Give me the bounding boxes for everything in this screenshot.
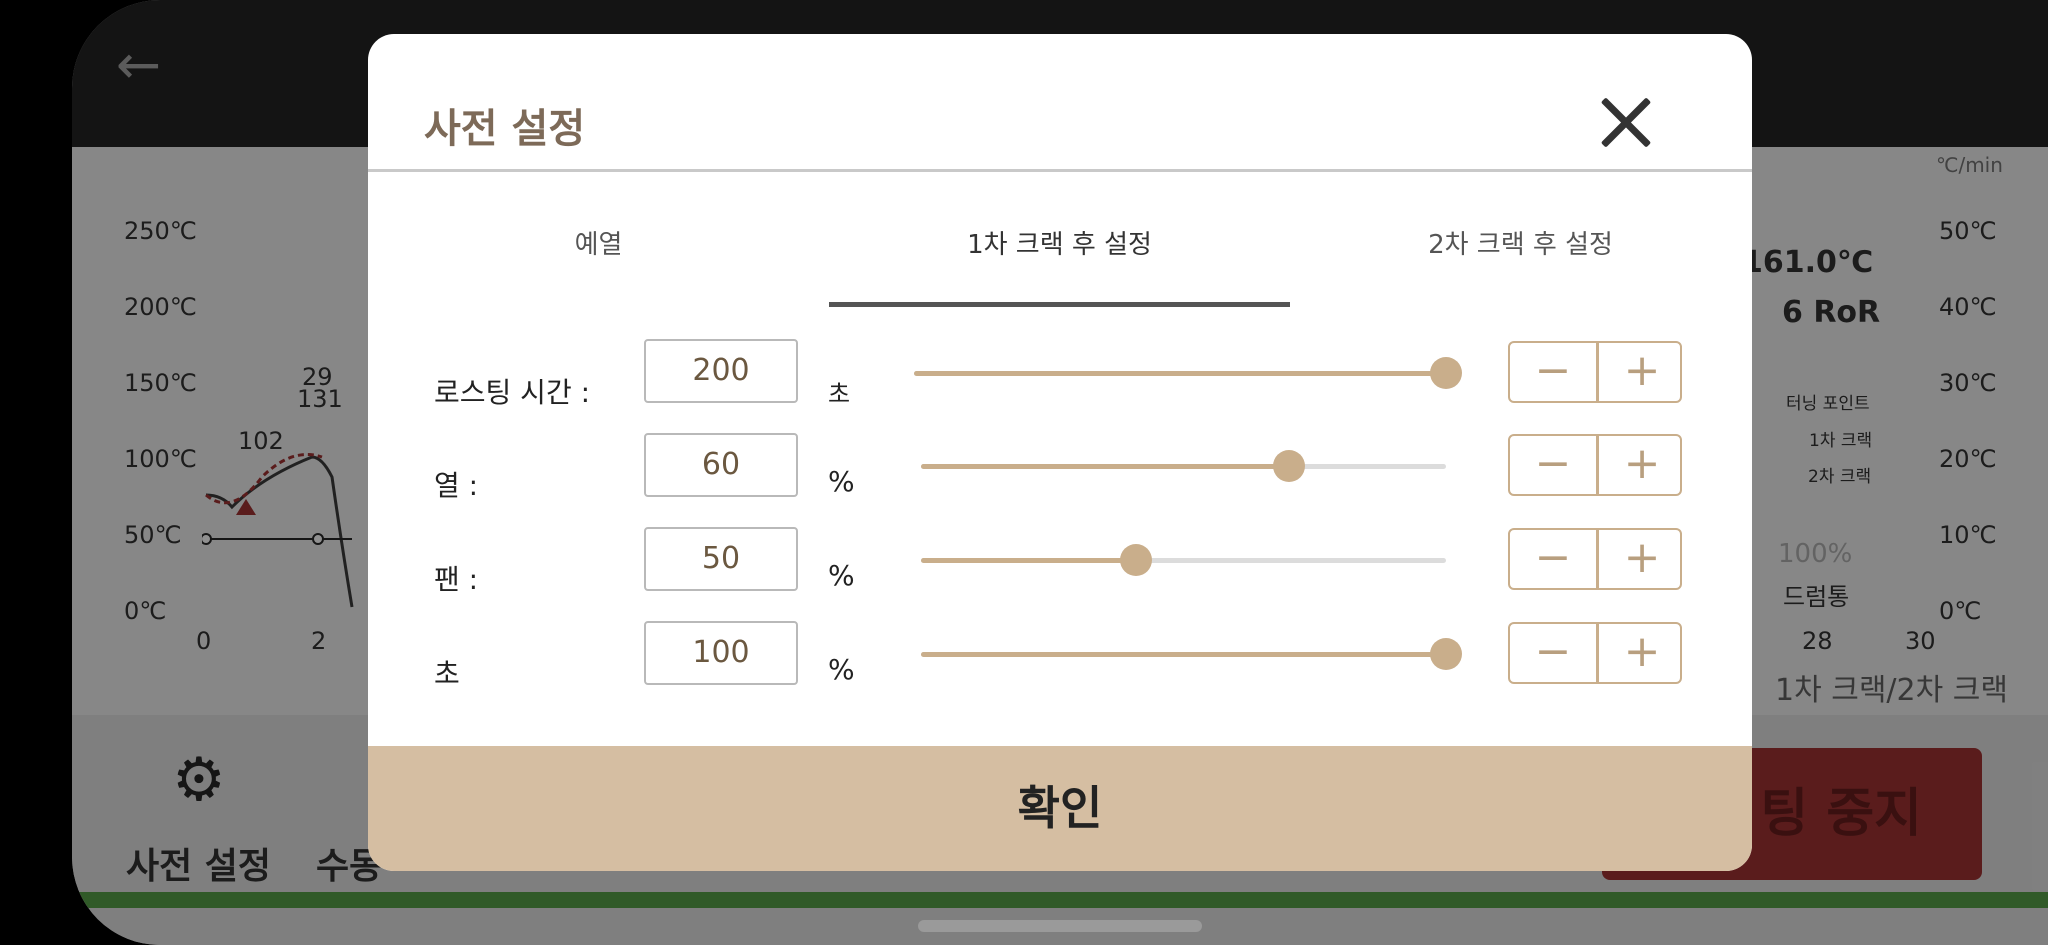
tab-preheat[interactable]: 예열 — [368, 224, 829, 261]
roasting-time-input[interactable]: 200 — [644, 339, 798, 403]
heat-stepper: − + — [1508, 434, 1682, 496]
slider-fill — [921, 558, 1136, 563]
dialog-title: 사전 설정 — [424, 106, 586, 152]
active-tab-indicator — [829, 302, 1290, 307]
heat-input[interactable]: 60 — [644, 433, 798, 497]
increment-button[interactable]: + — [1599, 624, 1685, 682]
fan-label: 팬 : — [434, 563, 479, 596]
slider-fill — [914, 371, 1446, 376]
preset-settings-dialog: 사전 설정 예열 1차 크랙 후 설정 2차 크랙 후 설정 로스팅 시간 : … — [368, 34, 1752, 871]
slider-fill — [921, 652, 1446, 657]
decrement-button[interactable]: − — [1510, 624, 1596, 682]
close-icon[interactable] — [1596, 92, 1656, 152]
decrement-button[interactable]: − — [1510, 343, 1596, 401]
heat-unit: % — [828, 465, 855, 498]
increment-button[interactable]: + — [1599, 530, 1685, 588]
roasting-time-label: 로스팅 시간 : — [434, 376, 591, 409]
seconds-stepper: − + — [1508, 622, 1682, 684]
fan-stepper: − + — [1508, 528, 1682, 590]
seconds-input[interactable]: 100 — [644, 621, 798, 685]
confirm-button[interactable]: 확인 — [368, 746, 1752, 871]
decrement-button[interactable]: − — [1510, 530, 1596, 588]
title-divider — [368, 169, 1752, 172]
seconds-slider[interactable] — [921, 638, 1462, 670]
fan-slider[interactable] — [921, 544, 1446, 576]
slider-thumb[interactable] — [1120, 544, 1152, 576]
slider-thumb[interactable] — [1273, 450, 1305, 482]
seconds-unit: % — [828, 653, 855, 686]
slider-fill — [921, 464, 1289, 469]
slider-thumb[interactable] — [1430, 638, 1462, 670]
decrement-button[interactable]: − — [1510, 436, 1596, 494]
roasting-time-unit: 초 — [828, 380, 851, 408]
heat-label: 열 : — [434, 469, 479, 502]
increment-button[interactable]: + — [1599, 343, 1685, 401]
increment-button[interactable]: + — [1599, 436, 1685, 494]
roasting-time-slider[interactable] — [914, 357, 1462, 389]
slider-thumb[interactable] — [1430, 357, 1462, 389]
fan-input[interactable]: 50 — [644, 527, 798, 591]
tab-after-first-crack[interactable]: 1차 크랙 후 설정 — [829, 224, 1290, 261]
heat-slider[interactable] — [921, 450, 1446, 482]
fan-unit: % — [828, 559, 855, 592]
seconds-label: 초 — [434, 657, 460, 690]
tab-after-second-crack[interactable]: 2차 크랙 후 설정 — [1290, 224, 1751, 261]
home-indicator[interactable] — [918, 920, 1202, 932]
roasting-time-stepper: − + — [1508, 341, 1682, 403]
